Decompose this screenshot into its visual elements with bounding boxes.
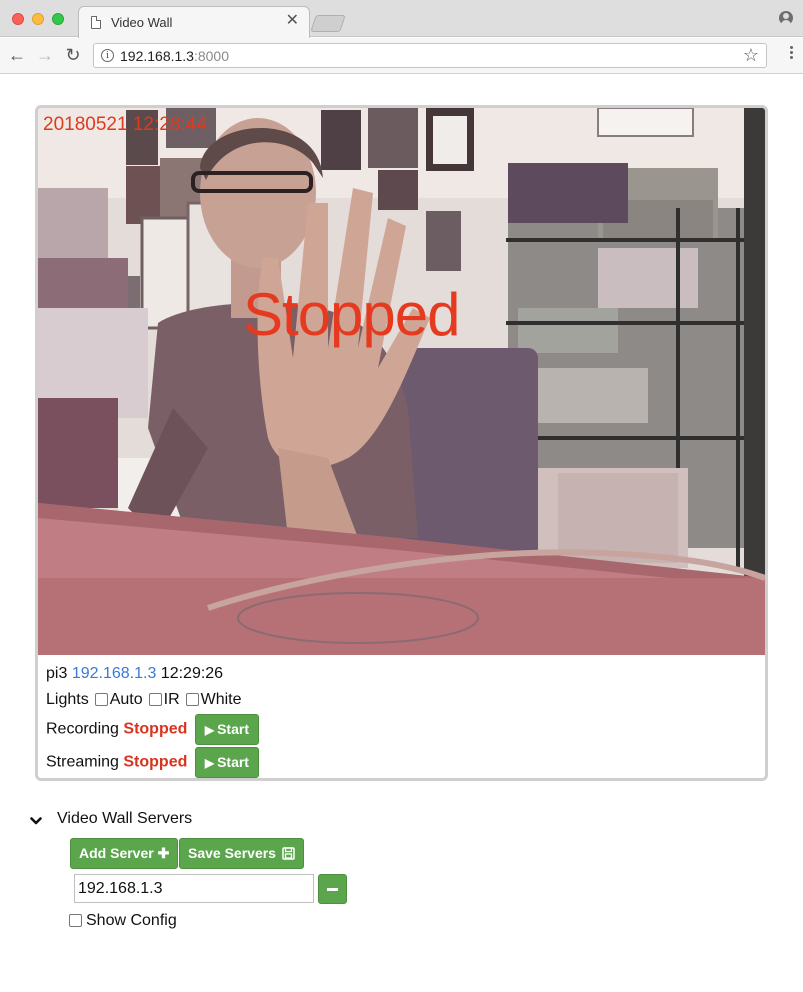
reload-icon[interactable]: ↻ bbox=[62, 44, 84, 66]
camera-card: 20180521 12:28:44 Stopped pi3 192.168.1.… bbox=[35, 105, 768, 781]
save-servers-button[interactable]: Save Servers bbox=[179, 838, 304, 869]
camera-video-frame[interactable]: 20180521 12:28:44 Stopped bbox=[38, 108, 765, 655]
remove-server-button[interactable] bbox=[318, 874, 347, 904]
recording-start-button[interactable]: ▶ Start bbox=[194, 714, 259, 745]
streaming-label: Streaming bbox=[46, 753, 119, 771]
floppy-disk-icon bbox=[282, 847, 295, 860]
auto-checkbox[interactable] bbox=[94, 693, 108, 706]
camera-image bbox=[38, 108, 765, 655]
video-status-overlay: Stopped bbox=[243, 281, 461, 348]
camera-time: 12:29:26 bbox=[160, 665, 224, 682]
add-server-button[interactable]: Add Server ✚ bbox=[70, 838, 179, 869]
back-icon[interactable]: ← bbox=[6, 44, 28, 66]
show-config-label[interactable]: Show Config bbox=[86, 912, 177, 929]
bookmark-star-icon[interactable]: ☆ bbox=[743, 45, 759, 66]
info-icon[interactable]: i bbox=[101, 49, 114, 62]
streaming-start-label: Start bbox=[217, 754, 249, 770]
tab-video-wall[interactable]: Video Wall ✕ bbox=[78, 6, 310, 38]
lights-row: Lights Auto IR White bbox=[46, 691, 242, 709]
chevron-down-icon[interactable] bbox=[30, 815, 42, 827]
white-label[interactable]: White bbox=[201, 691, 242, 708]
ir-label[interactable]: IR bbox=[164, 691, 180, 708]
show-config-row: Show Config bbox=[69, 912, 177, 930]
streaming-row: Streaming Stopped ▶ Start bbox=[46, 747, 259, 778]
camera-name: pi3 bbox=[46, 665, 68, 682]
streaming-start-button[interactable]: ▶ Start bbox=[194, 747, 259, 778]
play-icon: ▶ bbox=[204, 723, 215, 737]
streaming-status: Stopped bbox=[123, 753, 188, 771]
lights-label: Lights bbox=[46, 691, 89, 708]
tab-strip: Video Wall ✕ bbox=[0, 0, 803, 38]
video-timestamp: 20180521 12:28:44 bbox=[43, 114, 207, 135]
minus-icon bbox=[327, 888, 338, 891]
browser-toolbar: ← → ↻ i 192.168.1.3:8000 ☆ bbox=[0, 38, 803, 74]
address-bar[interactable]: i 192.168.1.3:8000 ☆ bbox=[93, 43, 767, 68]
recording-start-label: Start bbox=[217, 721, 249, 737]
minimize-window-button[interactable] bbox=[32, 13, 44, 25]
servers-section-title[interactable]: Video Wall Servers bbox=[57, 810, 192, 828]
white-checkbox[interactable] bbox=[185, 693, 199, 706]
show-config-checkbox[interactable] bbox=[69, 914, 82, 927]
url-port: :8000 bbox=[193, 48, 230, 64]
forward-icon[interactable]: → bbox=[34, 44, 56, 66]
server-address-input[interactable] bbox=[74, 874, 314, 903]
play-icon: ▶ bbox=[204, 756, 215, 770]
url-host: 192.168.1.3 bbox=[120, 48, 194, 64]
recording-status: Stopped bbox=[123, 720, 188, 738]
ir-checkbox[interactable] bbox=[148, 693, 162, 706]
recording-label: Recording bbox=[46, 720, 119, 738]
tab-title: Video Wall bbox=[111, 15, 173, 30]
camera-id-row: pi3 192.168.1.3 12:29:26 bbox=[46, 665, 223, 683]
new-tab-button[interactable] bbox=[310, 15, 346, 32]
document-icon bbox=[91, 16, 101, 29]
plus-icon: ✚ bbox=[157, 845, 170, 861]
add-server-label: Add Server bbox=[79, 845, 154, 861]
profile-icon[interactable] bbox=[779, 11, 793, 25]
save-servers-label: Save Servers bbox=[188, 845, 276, 861]
close-window-button[interactable] bbox=[12, 13, 24, 25]
maximize-window-button[interactable] bbox=[52, 13, 64, 25]
camera-ip-link[interactable]: 192.168.1.3 bbox=[72, 665, 157, 682]
tab-close-icon[interactable]: ✕ bbox=[286, 13, 299, 29]
url-text[interactable]: 192.168.1.3:8000 bbox=[120, 48, 229, 64]
browser-menu-icon[interactable] bbox=[790, 46, 794, 64]
auto-label[interactable]: Auto bbox=[110, 691, 143, 708]
recording-row: Recording Stopped ▶ Start bbox=[46, 714, 259, 745]
